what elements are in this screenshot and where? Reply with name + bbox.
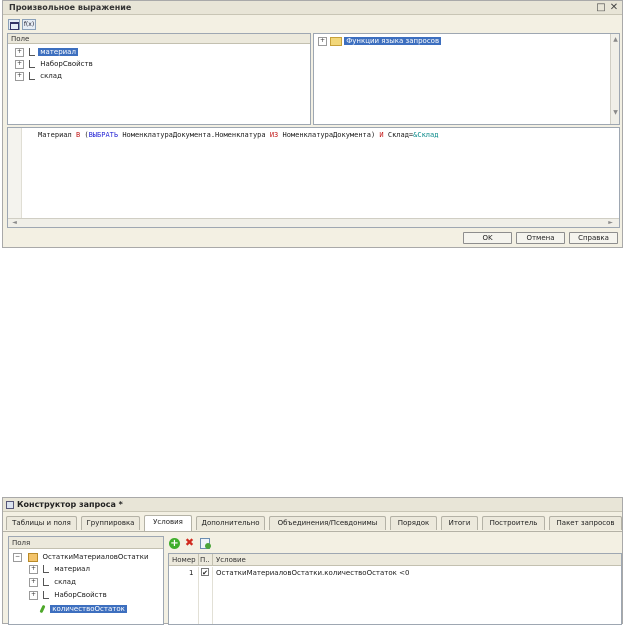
close-icon[interactable]: ✕ [608,2,620,13]
expression-text[interactable]: Материал В (ВЫБРАТЬ НоменклатураДокумент… [38,131,438,139]
copy-icon[interactable] [200,538,211,549]
field-icon [41,591,50,599]
tree-item-nabor[interactable]: + НаборСвойств [15,58,93,70]
expression-editor[interactable]: Материал В (ВЫБРАТЬ НоменклатураДокумент… [7,127,620,228]
functions-pane: + Функции языка запросов ▲ ▼ [313,33,620,125]
scroll-up-icon[interactable]: ▲ [611,36,620,43]
tree-item-sklad[interactable]: + склад [15,70,62,82]
scroll-down-icon[interactable]: ▼ [611,109,620,116]
tree-item-nabor[interactable]: + НаборСвойств [29,589,107,601]
field-icon [27,72,36,80]
fields-tree-pane: Поля − ОстаткиМатериаловОстатки + матери… [8,536,164,625]
tree-item-root[interactable]: − ОстаткиМатериаловОстатки [13,551,149,563]
expand-icon[interactable]: + [29,577,38,587]
horizontal-scrollbar[interactable]: ◄ ► [8,218,619,227]
tree-item-label: склад [40,72,62,80]
expression-dialog: Произвольное выражение □ ✕ f(x) Поле + м… [2,0,623,248]
cancel-button[interactable]: Отмена [516,232,565,244]
maximize-icon[interactable]: □ [595,2,607,13]
fields-tree-header: Поля [9,537,163,549]
condition-text[interactable]: ОстаткиМатериаловОстатки.количествоОстат… [216,567,409,579]
tab-unions-aliases[interactable]: Объединения/Псевдонимы [269,516,386,530]
title-bar: Произвольное выражение □ ✕ [3,1,622,15]
col-line [212,567,213,624]
function-button[interactable]: f(x) [22,19,36,30]
enabled-checkbox[interactable]: ✔ [201,568,209,577]
fields-pane: Поле + материал + НаборСвойств + склад [7,33,311,125]
tab-additional[interactable]: Дополнительно [196,516,265,530]
tree-item-label: НаборСвойств [40,60,93,68]
col-condition: Условие [216,556,246,564]
tree-item-label: материал [38,48,78,56]
scroll-left-icon[interactable]: ◄ [10,219,19,226]
tree-item-material[interactable]: + материал [15,46,78,58]
field-icon [41,565,50,573]
window-title: Конструктор запроса * [17,500,123,509]
col-p: П.. [200,556,210,564]
tab-totals[interactable]: Итоги [441,516,478,530]
col-divider [198,554,199,566]
tree-item-functions[interactable]: + Функции языка запросов [318,35,442,47]
ok-button[interactable]: OK [463,232,512,244]
field-icon [27,48,36,56]
add-icon[interactable]: + [169,538,180,549]
tree-item-label: склад [54,578,76,586]
expand-icon[interactable]: + [15,71,24,81]
delete-icon[interactable]: ✖ [184,537,195,549]
tab-order[interactable]: Порядок [390,516,437,530]
tree-item-label: Функции языка запросов [344,37,442,45]
tree-item-label: ОстаткиМатериаловОстатки [42,553,149,561]
field-icon [41,578,50,586]
conditions-grid: Номер П.. Условие 1 ✔ ОстаткиМатериаловО… [168,553,622,625]
row-number: 1 [189,569,194,577]
collapse-icon[interactable]: − [13,552,22,562]
tab-tables-fields[interactable]: Таблицы и поля [6,516,77,530]
table-row[interactable]: 1 ✔ ОстаткиМатериаловОстатки.количествоО… [169,567,621,579]
help-button[interactable]: Справка [569,232,618,244]
query-builder-window: Конструктор запроса * Таблицы и поля Гру… [2,497,623,625]
folder-icon [330,36,342,46]
col-number: Номер [172,556,196,564]
expand-icon[interactable]: + [15,47,24,57]
tab-builder[interactable]: Построитель [482,516,545,530]
expand-icon[interactable]: + [15,59,24,69]
tree-item-label: НаборСвойств [54,591,107,599]
title-bar: Конструктор запроса * [3,498,622,512]
table-icon[interactable] [8,19,20,30]
tree-item-material[interactable]: + материал [29,563,90,575]
scroll-right-icon[interactable]: ► [606,219,615,226]
tab-grouping[interactable]: Группировка [81,516,140,530]
resource-icon [39,604,46,614]
window-icon [6,501,14,509]
col-divider [212,554,213,566]
field-icon [27,60,36,68]
col-line [198,567,199,624]
expand-icon[interactable]: + [29,590,38,600]
dialog-title: Произвольное выражение [9,3,132,12]
tab-strip-divider [3,531,622,532]
table-icon [28,552,39,562]
expand-icon[interactable]: + [318,36,327,46]
tree-item-sklad[interactable]: + склад [29,576,76,588]
tab-conditions[interactable]: Условия [144,515,192,531]
tree-item-label: количествоОстаток [50,605,127,613]
tab-batch-queries[interactable]: Пакет запросов [549,516,622,530]
fields-pane-header: Поле [8,34,310,44]
editor-gutter [8,128,22,227]
tree-item-quantity[interactable]: количествоОстаток [39,603,127,615]
grid-header: Номер П.. Условие [169,554,621,566]
expand-icon[interactable]: + [29,564,38,574]
tree-item-label: материал [54,565,90,573]
vertical-scrollbar[interactable]: ▲ ▼ [610,34,619,124]
